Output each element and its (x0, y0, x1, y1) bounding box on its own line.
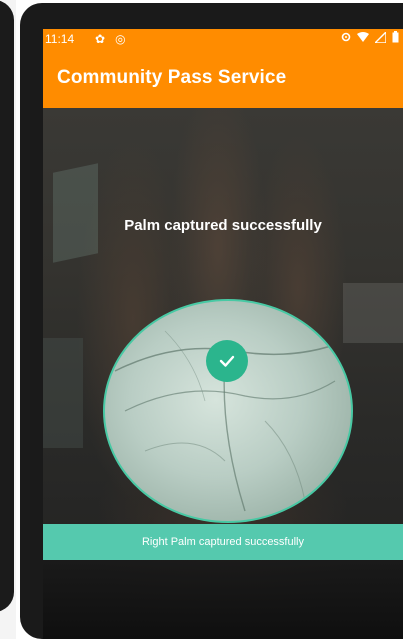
bottom-shade (43, 560, 403, 639)
status-icons-right (341, 31, 399, 43)
background-object (43, 338, 83, 448)
palm-capture-circle (103, 299, 353, 523)
battery-icon (392, 31, 399, 43)
status-bar: 11:14 ✿ ◎ (43, 29, 403, 51)
check-icon (219, 355, 235, 367)
success-check-icon (206, 340, 248, 382)
capture-headline: Palm captured successfully (124, 217, 322, 234)
success-banner: Right Palm captured successfully (43, 524, 403, 560)
palm-texture (114, 330, 346, 512)
background-object (343, 283, 403, 343)
signal-icon (375, 31, 386, 43)
gear-icon: ✿ (95, 32, 106, 46)
status-time: 11:14 (45, 32, 75, 46)
phone-screen: 11:14 ✿ ◎ Community Pass Service Palm ca… (43, 29, 403, 639)
left-device-frame (0, 0, 16, 639)
status-icons-left: ✿ ◎ (95, 32, 126, 46)
app-title: Community Pass Service (57, 67, 287, 88)
sync-icon: ◎ (115, 32, 126, 46)
left-device-bezel (0, 0, 14, 612)
background-object (53, 163, 98, 263)
vpn-key-icon (341, 32, 351, 42)
wifi-icon (357, 31, 369, 42)
app-bar: Community Pass Service (43, 51, 403, 108)
